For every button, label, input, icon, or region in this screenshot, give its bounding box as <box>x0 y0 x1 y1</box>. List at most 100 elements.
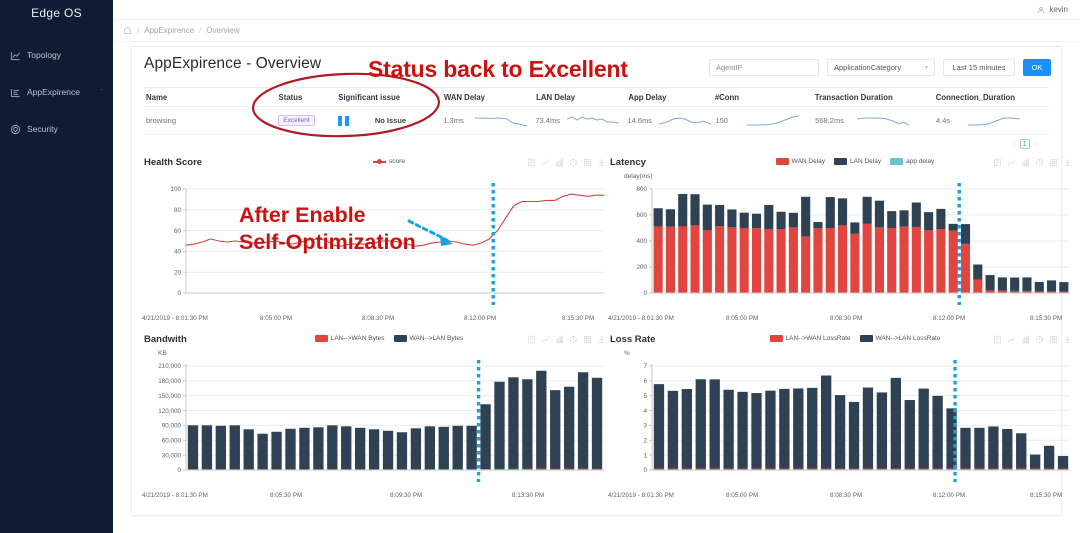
chart-header: Bandwith LAN-->WAN Bytes WAN-->LAN Bytes <box>142 334 608 350</box>
bar-chart-icon[interactable] <box>555 335 564 344</box>
breadcrumb-separator: / <box>199 26 202 35</box>
user-icon <box>1038 6 1045 13</box>
breadcrumb-separator: / <box>137 26 140 35</box>
home-icon[interactable] <box>123 26 132 35</box>
data-view-icon[interactable] <box>527 335 536 344</box>
download-icon[interactable] <box>597 158 606 167</box>
svg-text:600: 600 <box>636 212 647 219</box>
breadcrumb-item-appexpirence[interactable]: AppExpirence <box>144 26 194 35</box>
tile-icon[interactable] <box>583 335 592 344</box>
application-category-select[interactable]: ApplicationCategory ▾ <box>827 59 935 76</box>
x-tick: 8:05:00 PM <box>726 492 759 499</box>
data-view-icon[interactable] <box>993 335 1002 344</box>
line-chart-icon[interactable] <box>1007 158 1016 167</box>
bar-chart-icon[interactable] <box>555 158 564 167</box>
pagination-prev[interactable]: ‹ <box>1012 141 1014 148</box>
card-header: AppExpirence - Overview AgentIP Applicat… <box>132 47 1061 87</box>
x-tick: 8:13:30 PM <box>512 492 545 499</box>
chart-loss-rate: Loss Rate LAN-->WAN LossRate WAN-->LAN L… <box>608 334 1074 510</box>
x-tick: 8:15:30 PM <box>1030 492 1063 499</box>
chart-x-axis: 4/21/2019 - 8:01:30 PM 8:05:00 PM 8:08:3… <box>608 492 1074 504</box>
legend-item-app-delay[interactable]: app delay <box>890 158 934 165</box>
chart-toolbar <box>993 335 1072 344</box>
pagination-next[interactable]: › <box>1035 141 1037 148</box>
download-icon[interactable] <box>597 335 606 344</box>
svg-text:4: 4 <box>643 408 647 415</box>
legend-swatch <box>373 158 387 164</box>
svg-text:120,000: 120,000 <box>158 408 181 415</box>
chevron-down-icon: ▾ <box>924 65 928 71</box>
svg-text:100: 100 <box>170 186 181 193</box>
app-delay-sparkline <box>659 116 712 124</box>
table-header-row: Name Status Significant issue WAN Delay … <box>144 87 1049 107</box>
legend-label: app delay <box>906 158 935 165</box>
tile-icon[interactable] <box>1049 335 1058 344</box>
chart-y-unit: KB <box>158 350 167 357</box>
topbar: kevin <box>113 0 1080 20</box>
tile-icon[interactable] <box>583 158 592 167</box>
svg-text:1: 1 <box>643 452 647 459</box>
sidebar-item-topology[interactable]: Topology <box>0 42 113 68</box>
col-transaction-duration: Transaction Duration <box>814 92 893 102</box>
chart-toolbar <box>527 158 606 167</box>
svg-text:90,000: 90,000 <box>162 423 182 430</box>
breadcrumb-item-overview[interactable]: Overview <box>206 26 239 35</box>
cell-status: Excellent <box>276 115 336 126</box>
svg-text:40: 40 <box>174 249 182 256</box>
download-icon[interactable] <box>1063 158 1072 167</box>
legend-item-lan-delay[interactable]: LAN Delay <box>834 158 881 165</box>
chart-plot: 0 20 40 60 80 100 <box>142 183 608 315</box>
bar-chart-icon[interactable] <box>1021 335 1030 344</box>
chevron-down-icon[interactable]: ˇ <box>101 89 103 96</box>
chart-y-unit <box>142 173 608 183</box>
lan-delay-value: 73.4ms <box>535 116 560 125</box>
svg-text:20: 20 <box>174 269 182 276</box>
legend-swatch <box>769 335 783 342</box>
legend-label: score <box>389 158 405 165</box>
data-view-icon[interactable] <box>993 158 1002 167</box>
pie-chart-icon[interactable] <box>1035 158 1044 167</box>
line-chart-icon[interactable] <box>1007 335 1016 344</box>
pie-chart-icon[interactable] <box>569 335 578 344</box>
x-tick: 8:08:30 PM <box>362 315 395 322</box>
svg-text:5: 5 <box>643 393 647 400</box>
bar-chart-icon[interactable] <box>1021 158 1030 167</box>
pie-chart-icon[interactable] <box>1035 335 1044 344</box>
x-tick: 8:15:30 PM <box>1030 315 1063 322</box>
charts-grid: Health Score score 0 20 40 60 80 100 4/2… <box>132 157 1071 515</box>
pie-chart-icon[interactable] <box>569 158 578 167</box>
tile-icon[interactable] <box>1049 158 1058 167</box>
line-chart-icon[interactable] <box>541 335 550 344</box>
legend-label: WAN-->LAN LossRate <box>875 335 941 342</box>
chart-plot: 0 200 400 600 800 <box>608 183 1074 315</box>
legend-item-wan-delay[interactable]: WAN Delay <box>775 158 825 165</box>
legend-item-wan-lan-lossrate[interactable]: WAN-->LAN LossRate <box>859 335 941 342</box>
download-icon[interactable] <box>1063 335 1072 344</box>
sidebar-item-security[interactable]: Security <box>0 116 113 142</box>
pagination-page-1[interactable]: 1 <box>1019 139 1030 149</box>
breadcrumb: / AppExpirence / Overview <box>113 20 1080 42</box>
x-tick: 4/21/2019 - 8:01:30 PM <box>142 492 208 499</box>
chart-health-score: Health Score score 0 20 40 60 80 100 4/2… <box>142 157 608 333</box>
cell-transaction-duration: 568.2ms <box>813 114 934 128</box>
col-conn: #Conn <box>714 92 740 102</box>
col-connection-duration: Connection_Duration <box>935 92 1016 102</box>
user-name: kevin <box>1049 5 1068 14</box>
legend-item-lan-wan-bytes[interactable]: LAN-->WAN Bytes <box>314 335 385 342</box>
legend-label: LAN-->WAN Bytes <box>330 335 385 342</box>
legend-item-score[interactable]: score <box>373 158 405 165</box>
svg-text:400: 400 <box>636 238 647 245</box>
user-menu[interactable]: kevin <box>1037 5 1068 14</box>
table-row[interactable]: browsing Excellent No Issue 1.3ms 73.4ms… <box>144 107 1049 135</box>
chart-toolbar <box>527 335 606 344</box>
line-chart-icon[interactable] <box>541 158 550 167</box>
sidebar: Edge OS Topology AppExpirence ˇ Security <box>0 0 113 533</box>
sidebar-item-appexpirence[interactable]: AppExpirence ˇ <box>0 79 113 105</box>
chart-x-axis: 4/21/2019 - 8:01:30 PM 8:05:30 PM 8:09:3… <box>142 492 608 504</box>
legend-item-wan-lan-bytes[interactable]: WAN-->LAN Bytes <box>393 335 463 342</box>
time-range-select[interactable]: Last 15 minutes <box>943 59 1015 76</box>
data-view-icon[interactable] <box>527 158 536 167</box>
agent-ip-input[interactable]: AgentIP <box>709 59 819 76</box>
legend-item-lan-wan-lossrate[interactable]: LAN-->WAN LossRate <box>769 335 851 342</box>
ok-button[interactable]: OK <box>1023 59 1051 76</box>
